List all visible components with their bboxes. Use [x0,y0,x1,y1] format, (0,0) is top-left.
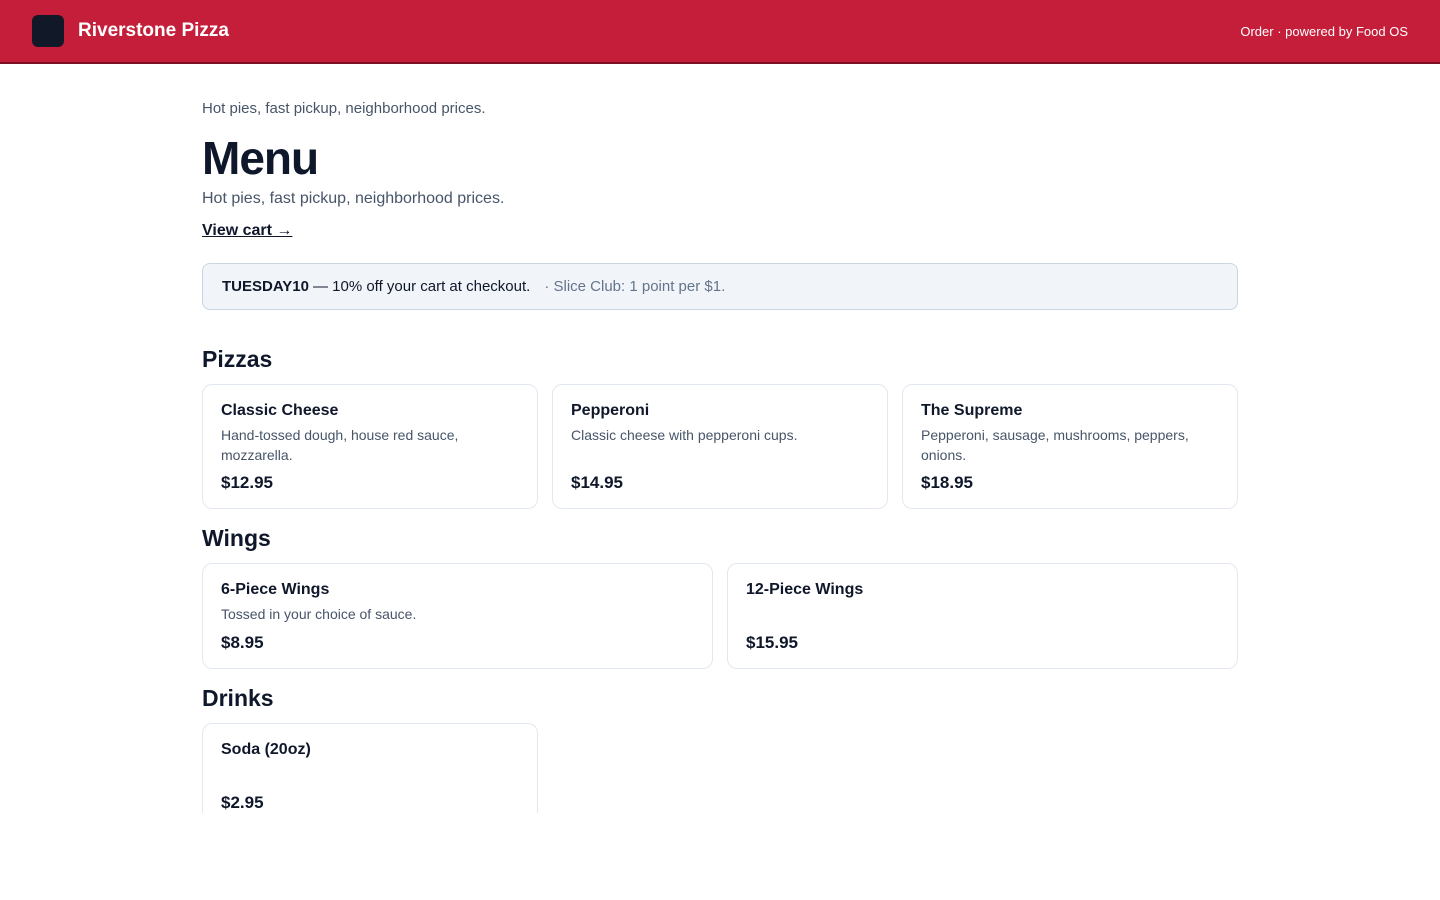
section-title-pizzas: Pizzas [202,346,273,372]
menu-item-description: Pepperoni, sausage, mushrooms, peppers, … [921,427,1189,463]
menu-item-name: 6-Piece Wings [221,581,330,598]
menu-item-price: $8.95 [221,633,264,652]
menu-item-price: $14.95 [571,473,623,492]
menu-item-price: $2.95 [221,793,264,812]
menu-item-name: The Supreme [921,402,1023,419]
tagline-top: Hot pies, fast pickup, neighborhood pric… [202,100,486,117]
menu-item-price: $15.95 [746,633,798,652]
view-cart-link[interactable]: View cart → [202,221,292,241]
brand-name[interactable]: Riverstone Pizza [78,19,229,43]
section-title-wings: Wings [202,525,271,551]
menu-item-name: Soda (20oz) [221,741,311,758]
menu-item-name: Pepperoni [571,402,650,419]
menu-item-description: Hand-tossed dough, house red sauce, mozz… [221,427,459,463]
logo-icon[interactable] [32,15,64,47]
menu-item-card[interactable]: The Supreme Pepperoni, sausage, mushroom… [902,384,1238,509]
promo-banner: TUESDAY10 — 10% off your cart at checkou… [202,263,1238,310]
viewport-clip [0,813,1440,900]
menu-item-name: Classic Cheese [221,402,339,419]
top-bar: Riverstone Pizza Order · powered by Food… [0,0,1440,64]
menu-item-card[interactable]: 6-Piece Wings Tossed in your choice of s… [202,563,713,669]
menu-item-price: $18.95 [921,473,973,492]
menu-item-name: 12-Piece Wings [746,581,864,598]
menu-item-description: Tossed in your choice of sauce. [221,606,417,622]
menu-item-card[interactable]: 12-Piece Wings $15.95 [727,563,1238,669]
page-title: Menu [202,132,319,184]
slice-club-text: · Slice Club: 1 point per $1. [544,277,726,295]
menu-item-price: $12.95 [221,473,273,492]
powered-by-text: Order · powered by Food OS [1240,24,1408,39]
promo-text: — 10% off your cart at checkout. [312,277,531,295]
section-title-drinks: Drinks [202,685,274,711]
menu-item-card[interactable]: Classic Cheese Hand-tossed dough, house … [202,384,538,509]
menu-item-description: Classic cheese with pepperoni cups. [571,427,798,443]
promo-code: TUESDAY10 [222,277,309,295]
menu-item-card[interactable]: Pepperoni Classic cheese with pepperoni … [552,384,888,509]
page-tagline: Hot pies, fast pickup, neighborhood pric… [202,190,505,207]
